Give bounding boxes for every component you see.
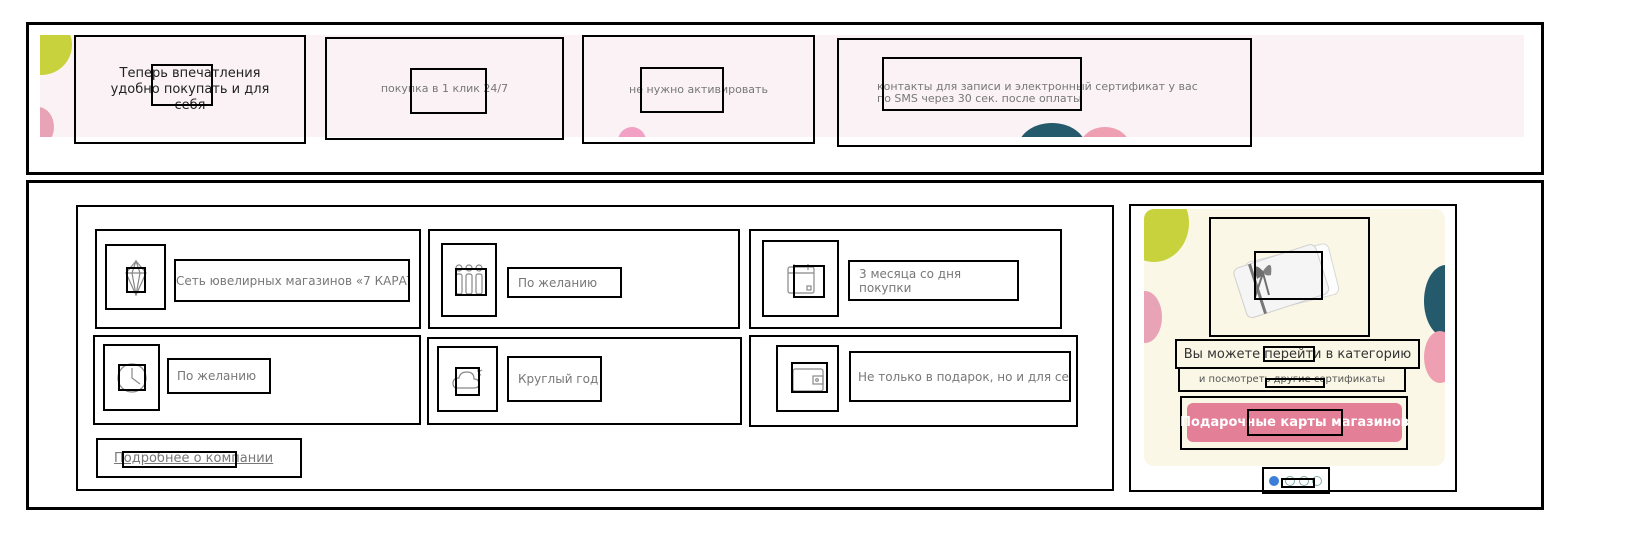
link-marker xyxy=(122,451,237,468)
icon-marker xyxy=(791,362,828,393)
banner-feature-marker xyxy=(640,67,724,113)
banner-feature-marker xyxy=(882,57,1082,111)
title-marker xyxy=(1263,346,1315,362)
image-marker xyxy=(1254,251,1323,300)
slider-dot-active[interactable] xyxy=(1269,476,1279,486)
info-item-label: Сеть ювелирных магазинов «7 КАРАТ» xyxy=(174,259,410,302)
subtitle-marker xyxy=(1265,378,1325,388)
green-blob-decoration xyxy=(40,35,72,75)
pink-blob-decoration xyxy=(1144,291,1162,343)
pink-blob-decoration xyxy=(1424,331,1445,383)
info-item-label: 3 месяца со дня покупки xyxy=(848,260,1019,301)
icon-marker xyxy=(455,268,487,296)
info-item-label: Круглый год xyxy=(507,356,602,402)
info-item-label: По желанию xyxy=(507,267,622,298)
green-blob-decoration xyxy=(1144,209,1189,262)
pagination-marker xyxy=(1281,478,1315,488)
pink-blob-decoration xyxy=(40,107,54,137)
icon-marker xyxy=(793,265,825,298)
icon-marker xyxy=(118,364,146,391)
info-item-label: По желанию xyxy=(167,358,271,394)
info-item-label: Не только в подарок, но и для себя xyxy=(849,351,1071,402)
icon-marker xyxy=(126,267,146,293)
teal-blob-decoration xyxy=(1424,265,1445,337)
banner-title-marker xyxy=(151,64,213,106)
button-marker xyxy=(1247,409,1343,436)
icon-marker xyxy=(455,367,480,396)
banner-feature-marker xyxy=(410,68,487,114)
